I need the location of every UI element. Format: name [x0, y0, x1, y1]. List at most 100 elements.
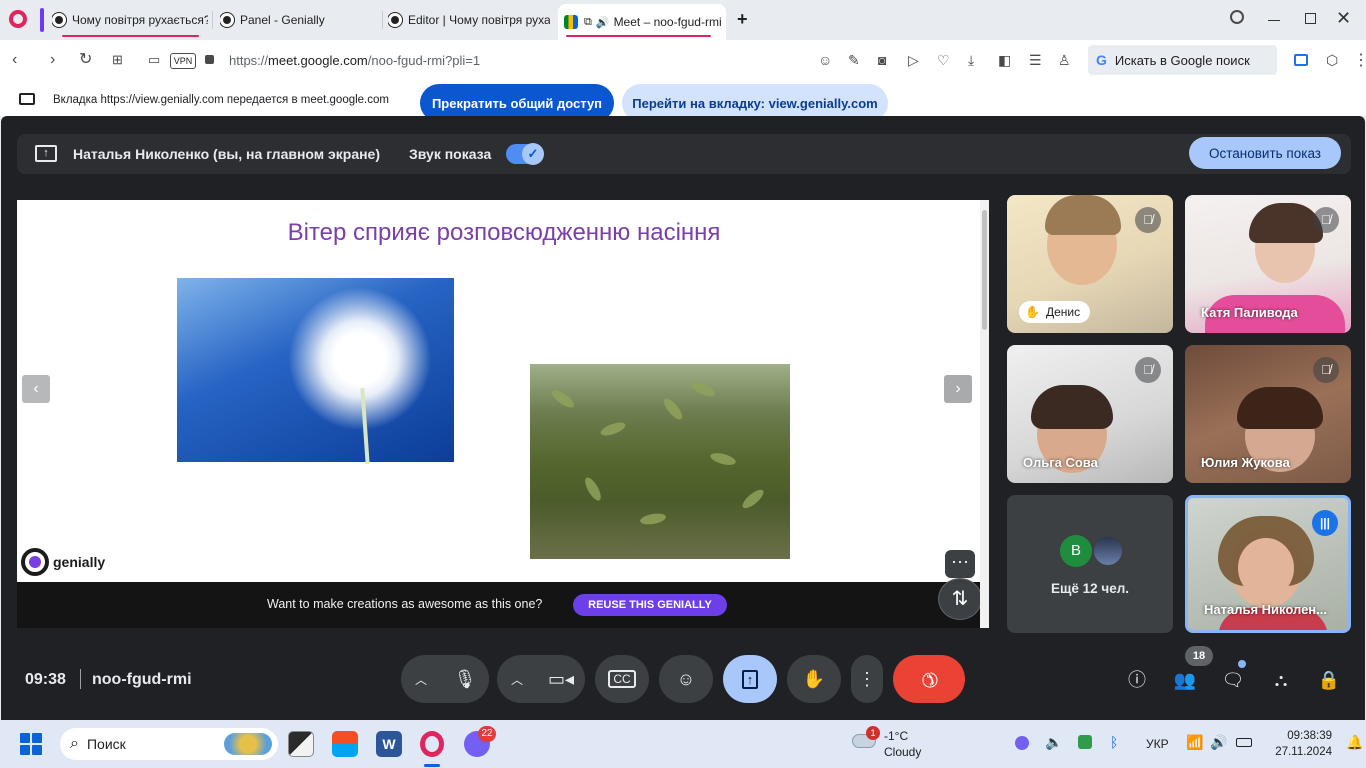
microphone-icon[interactable]: 🎙	[441, 655, 489, 703]
participant-tile[interactable]: 🎙̸ ✋ Денис	[1007, 195, 1173, 333]
tab-panel-genially[interactable]: Panel - Genially	[220, 6, 380, 34]
language-indicator[interactable]: УКР	[1146, 737, 1169, 751]
participant-tile[interactable]: 🎙̸ Катя Паливода	[1185, 195, 1351, 333]
leave-call-button[interactable]: ✆	[893, 655, 965, 703]
extension-icon[interactable]	[1294, 54, 1308, 66]
search-tabs-icon[interactable]	[1230, 10, 1244, 24]
present-screen-icon: ↑	[741, 669, 759, 689]
sidebar-toggle-icon[interactable]: ◧	[998, 51, 1011, 69]
hand-icon: ✋	[802, 668, 826, 689]
more-options-button[interactable]: ⋮	[851, 655, 883, 703]
windows-taskbar: ⌕ Поиск W 22 1 -1°C Cloudy 🔈 ᛒ УКР 📶 🔊 0…	[0, 720, 1366, 768]
slide-prev-button[interactable]: ‹	[22, 375, 50, 403]
download-icon[interactable]: ⤓	[968, 51, 974, 69]
send-icon[interactable]: ▷	[908, 51, 919, 69]
menu-kebab-icon[interactable]: ⋮	[1353, 50, 1366, 70]
speaker-icon[interactable]: 🔊	[596, 16, 610, 29]
more-participants-tile[interactable]: В Ещё 12 чел.	[1007, 495, 1173, 633]
kebab-icon: ⋮	[858, 668, 876, 689]
viber-tray-icon[interactable]	[1015, 736, 1029, 750]
weather-badge: 1	[866, 726, 880, 740]
genially-favicon-icon	[52, 13, 66, 27]
security-tray-icon[interactable]	[1078, 735, 1092, 749]
close-icon[interactable]: ✕	[1336, 8, 1351, 29]
camera-icon[interactable]: ▭◂	[537, 655, 585, 703]
present-button[interactable]: ↑	[723, 655, 777, 703]
reactions-button[interactable]: ☺	[659, 655, 713, 703]
snapshot-icon[interactable]: ◙	[878, 51, 886, 69]
wifi-icon[interactable]: 📶	[1186, 734, 1203, 751]
windows-start-icon[interactable]	[20, 733, 42, 755]
slide-title: Вітер сприяє розповсюдженню насіння	[287, 219, 721, 246]
swap-layout-button[interactable]: ⇅	[938, 578, 982, 620]
word-icon[interactable]: W	[376, 731, 402, 757]
easy-setup-icon[interactable]: ☰	[1029, 51, 1042, 69]
tab-underline	[566, 35, 711, 37]
slide-next-button[interactable]: ›	[944, 375, 972, 403]
notification-bell-icon[interactable]: 🔔	[1346, 734, 1363, 751]
captions-button[interactable]: CC	[595, 655, 649, 703]
checkmark-icon: ✓	[522, 143, 544, 165]
participant-name: Ольга Сова	[1023, 455, 1098, 470]
new-tab-button[interactable]: +	[737, 9, 748, 30]
activities-icon[interactable]: ⛬	[1265, 664, 1297, 696]
avatar: В	[1060, 535, 1092, 567]
tab-separator	[382, 11, 383, 29]
screen-share-icon	[19, 93, 35, 105]
tab-share-banner: Вкладка https://view.genially.com переда…	[0, 82, 1366, 122]
search-highlight-icon	[224, 733, 272, 755]
meeting-code: noo-fgud-rmi	[92, 671, 192, 688]
meeting-details-icon[interactable]: ⓘ	[1121, 664, 1153, 696]
weather-widget[interactable]: -1°C Cloudy	[884, 728, 921, 760]
video-options-chevron-icon[interactable]: ︿	[497, 671, 537, 688]
opera-logo-icon[interactable]	[9, 10, 27, 28]
task-view-icon[interactable]	[288, 731, 314, 757]
emoji-icon[interactable]: ☺	[818, 51, 832, 69]
audio-options-chevron-icon[interactable]: ︿	[401, 671, 441, 688]
restore-icon[interactable]	[1305, 13, 1316, 24]
presentation-sound-toggle[interactable]: ✓	[506, 143, 544, 165]
search-icon: ⌕	[70, 735, 79, 752]
stop-presenting-button[interactable]: Остановить показ	[1189, 137, 1341, 169]
reuse-genially-button[interactable]: REUSE THIS GENIALLY	[573, 594, 727, 616]
minimize-icon[interactable]	[1268, 20, 1280, 21]
genially-favicon-icon	[388, 13, 402, 27]
picture-in-picture-icon[interactable]: ⧉	[584, 16, 592, 29]
forward-icon[interactable]: ›	[50, 51, 55, 69]
vpn-badge[interactable]: VPN	[170, 53, 196, 69]
people-icon[interactable]: 👥	[1169, 664, 1201, 696]
taskbar-search[interactable]: ⌕ Поиск	[60, 728, 278, 760]
slide-scrollbar[interactable]	[980, 200, 989, 628]
tab-editor[interactable]: Editor | Чому повітря рухається?	[388, 6, 550, 34]
people-count-badge: 18	[1185, 646, 1213, 666]
self-tile[interactable]: ||| Наталья Николен...	[1185, 495, 1351, 633]
lock-icon[interactable]	[205, 55, 214, 64]
shared-slide[interactable]: Вітер сприяє розповсюдженню насіння	[17, 200, 989, 628]
tab-separator	[212, 11, 213, 29]
speaker-icon[interactable]: 🔊	[1210, 734, 1227, 751]
taskbar-clock[interactable]: 09:38:39 27.11.2024	[1250, 728, 1332, 760]
back-icon[interactable]: ‹	[12, 51, 17, 69]
genially-footer-text: Want to make creations as awesome as thi…	[267, 597, 543, 611]
opera-icon[interactable]	[420, 731, 444, 757]
chat-icon[interactable]: 🗨	[1217, 664, 1249, 696]
reload-icon[interactable]: ↻	[79, 51, 92, 69]
url-field[interactable]: https://meet.google.com/noo-fgud-rmi?pli…	[229, 53, 480, 68]
raise-hand-button[interactable]: ✋	[787, 655, 841, 703]
host-controls-icon[interactable]: 🔒	[1313, 664, 1345, 696]
volume-tray-icon[interactable]: 🔈	[1045, 734, 1062, 751]
cube-icon[interactable]: ⬡	[1326, 51, 1338, 69]
more-options-button[interactable]: ···	[945, 550, 975, 578]
speed-dial-icon[interactable]: ⊞	[112, 51, 123, 69]
bluetooth-tray-icon[interactable]: ᛒ	[1110, 734, 1118, 750]
profile-icon[interactable]: ♙	[1058, 51, 1071, 69]
store-icon[interactable]	[332, 731, 358, 757]
camera-icon[interactable]: ▭	[148, 51, 160, 69]
participant-tile[interactable]: 🎙̸ Юлия Жукова	[1185, 345, 1351, 483]
heart-icon[interactable]: ♡	[937, 51, 950, 69]
participant-tile[interactable]: 🎙̸ Ольга Сова	[1007, 345, 1173, 483]
edit-icon[interactable]: ✎	[848, 51, 860, 69]
google-search-box[interactable]: G Искать в Google поиск	[1088, 45, 1277, 75]
tab-air-moves[interactable]: Чому повітря рухається?	[52, 6, 208, 34]
genially-logo[interactable]: genially	[21, 548, 105, 576]
